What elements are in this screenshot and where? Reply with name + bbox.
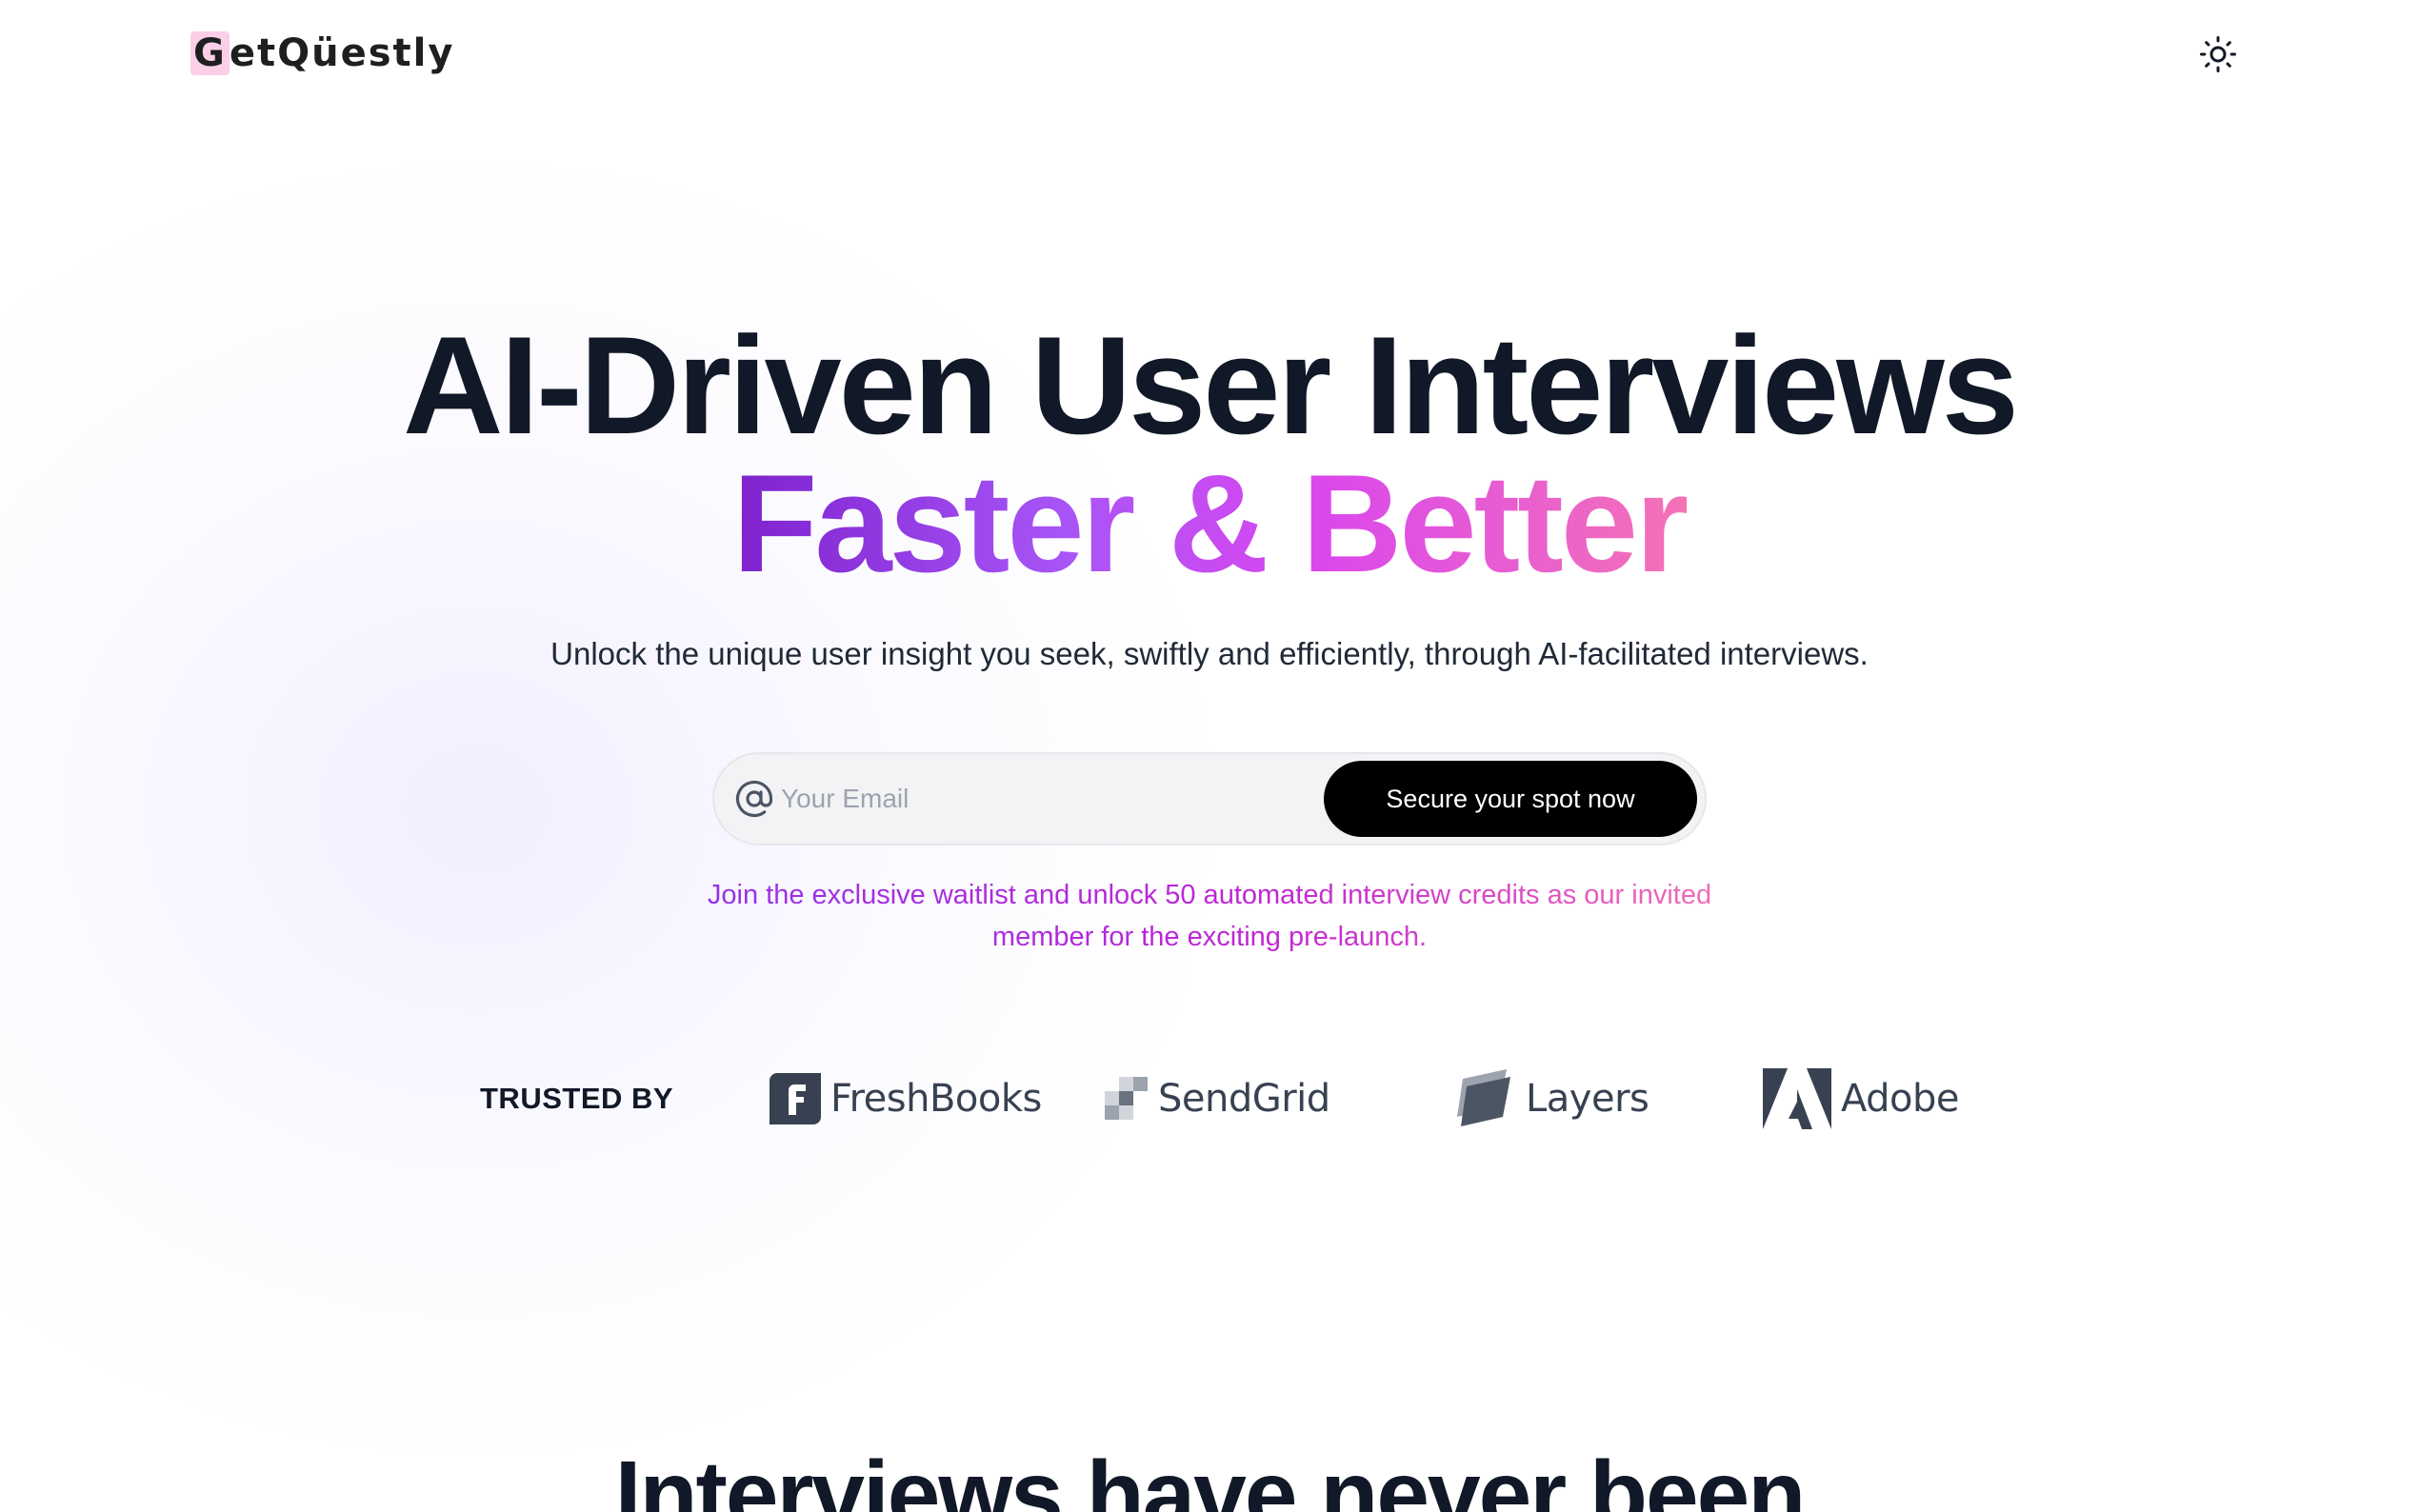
brand-layers-name: Layers: [1526, 1077, 1649, 1121]
hero-title-accent-text: Faster & Better: [732, 446, 1689, 601]
hero-title: AI-Driven User Interviews: [403, 308, 2019, 463]
brand-freshbooks: FreshBooks: [770, 1064, 1042, 1133]
trusted-by-label: TRUSTED BY: [480, 1082, 674, 1115]
page: GetQüestly AI-Driven User Interviews Fas…: [0, 0, 2419, 1512]
brand-adobe-name: Adobe: [1841, 1077, 1960, 1121]
waitlist-note: Join the exclusive waitlist and unlock 5…: [0, 874, 2419, 958]
email-input[interactable]: [781, 770, 1324, 827]
brand-sendgrid: SendGrid: [1105, 1064, 1330, 1133]
section-heading: Interviews have never been: [614, 1442, 1807, 1512]
waitlist-note-text: Join the exclusive waitlist and unlock 5…: [667, 874, 1752, 958]
secure-spot-button[interactable]: Secure your spot now: [1324, 761, 1697, 837]
freshbooks-logo-icon: [770, 1073, 821, 1124]
email-signup-form: Secure your spot now: [712, 752, 1707, 846]
theme-toggle-button[interactable]: [2196, 32, 2240, 76]
adobe-logo-icon: [1763, 1068, 1831, 1129]
sendgrid-logo-icon: [1105, 1077, 1148, 1120]
logo-highlight: G: [190, 31, 230, 75]
logo[interactable]: GetQüestly: [190, 29, 454, 78]
hero-title-accent: Faster & Better: [0, 448, 2419, 600]
hero-subtitle: Unlock the unique user insight you seek,…: [550, 636, 1869, 671]
brand-adobe: Adobe: [1763, 1064, 1960, 1133]
layers-logo-icon: [1457, 1069, 1510, 1126]
brand-sendgrid-name: SendGrid: [1158, 1077, 1330, 1121]
at-icon: [733, 778, 775, 820]
sun-icon: [2200, 36, 2236, 72]
logo-text: etQüestly: [229, 31, 455, 75]
brand-freshbooks-name: FreshBooks: [830, 1077, 1042, 1121]
brand-layers: Layers: [1453, 1064, 1649, 1133]
